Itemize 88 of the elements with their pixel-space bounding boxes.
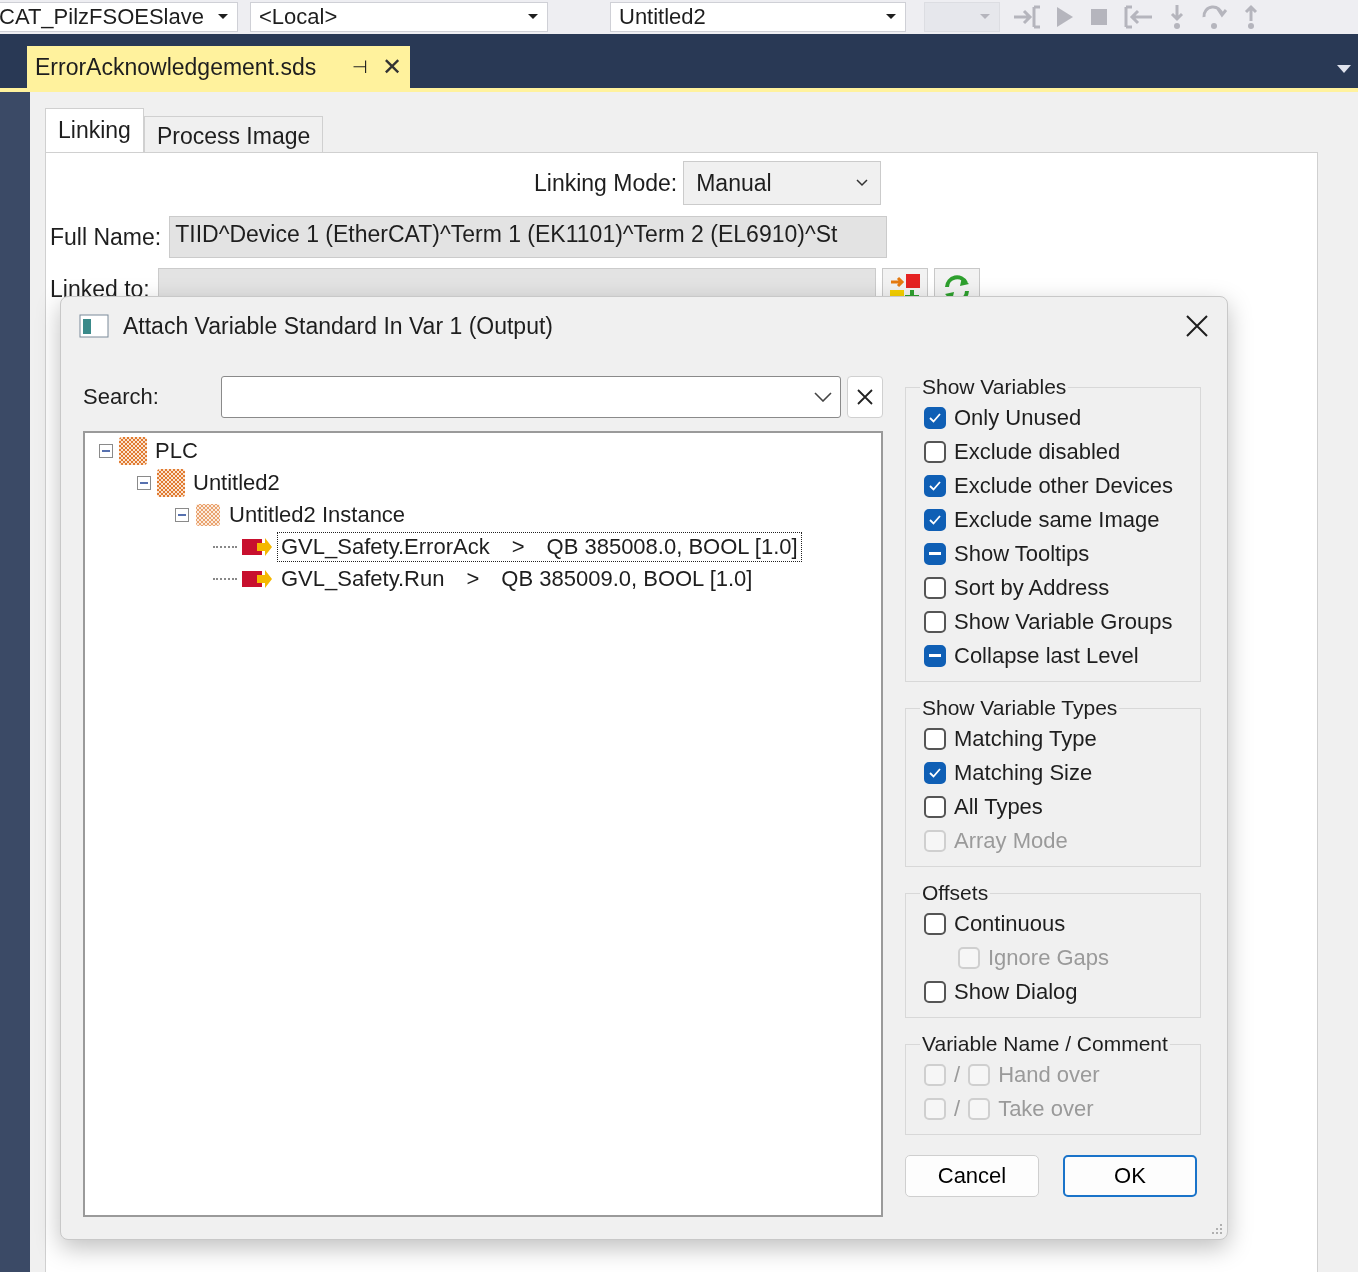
checkbox-label: Exclude same Image [954,507,1160,533]
group-title: Show Variable Types [921,696,1119,720]
tab[interactable]: Process Image [143,116,324,152]
toolbar-combo[interactable]: <Local> [250,2,548,32]
checkbox-label: Take over [998,1096,1094,1122]
checkbox[interactable] [924,645,946,667]
checkered-block-icon [117,435,149,467]
field-label: Linking Mode: [534,169,678,197]
checkbox-label: Exclude disabled [954,439,1121,465]
chevron-down-icon[interactable] [814,392,833,402]
chevron-down-icon[interactable] [856,179,869,187]
search-label: Search: [83,384,160,410]
checkbox-label: Array Mode [954,828,1068,854]
caret-icon[interactable] [217,13,229,21]
group-title: Show Variables [921,375,1068,399]
check-mark-icon [928,514,942,526]
variable-name: GVL_Safety.Run [281,566,445,592]
checkbox-label: Collapse last Level [954,643,1139,669]
resize-grip-icon[interactable] [1209,1221,1223,1235]
tab[interactable]: Linking [45,108,144,152]
checkbox-label: Exclude other Devices [954,473,1173,499]
dialog-button[interactable]: Cancel [905,1155,1039,1197]
search-field[interactable] [220,376,842,418]
checkbox-label: Show Dialog [954,979,1078,1005]
checkbox[interactable] [924,981,946,1003]
collapse-toggle[interactable] [137,476,151,490]
arrow-text: > [466,566,480,592]
close-button[interactable]: ✕ [382,53,402,81]
collapse-toggle[interactable] [99,444,113,458]
checkbox-label: Matching Type [954,726,1097,752]
checkbox[interactable] [924,611,946,633]
dialog-title: Attach Variable Standard In Var 1 (Output) [123,312,554,340]
checkbox-label: Hand over [998,1062,1100,1088]
pin-button[interactable]: ⊣ [352,56,368,78]
toolbar-combo[interactable]: CAT_PilzFSOESlave [0,2,238,32]
caret-icon[interactable] [527,13,539,21]
checkbox-label: All Types [954,794,1043,820]
checkbox-label: Show Variable Groups [954,609,1173,635]
checkbox-label: Show Tooltips [954,541,1090,567]
output-arrow-icon [241,568,273,590]
address-text: QB 385008.0, BOOL [1.0] [546,534,798,560]
tree-item[interactable]: GVL_Safety.ErrorAck > QB 385008.0, BOOL [1.0] [277,532,802,562]
checkbox[interactable] [924,796,946,818]
check-mark-icon [928,412,942,424]
checkered-block-icon [155,467,187,499]
toolbar-combo[interactable]: Untitled2 [610,2,906,32]
check-mark-icon [928,480,942,492]
dialog-button[interactable]: OK [1063,1155,1197,1197]
checkbox-label: Sort by Address [954,575,1110,601]
caret-icon[interactable] [885,13,897,21]
checkbox[interactable] [924,577,946,599]
document-tab[interactable]: ErrorAcknowledgement.sds ⊣ ✕ [27,46,410,88]
checkbox[interactable] [924,762,946,784]
group-title: Variable Name / Comment [921,1032,1169,1056]
close-icon [857,389,874,405]
document-title: ErrorAcknowledgement.sds [35,53,318,81]
address-text: QB 385009.0, BOOL [1.0] [501,566,753,592]
field-label: Full Name: [50,223,162,251]
checkbox-label: Matching Size [954,760,1093,786]
tree-item[interactable]: GVL_Safety.Run > QB 385009.0, BOOL [1.0] [277,564,757,594]
checkered-block-icon [193,501,223,529]
separator-text: / [954,1096,961,1122]
arrow-text: > [511,534,525,560]
clear-button[interactable] [847,376,883,418]
checkbox-label: Continuous [954,911,1066,937]
linking-mode-dropdown[interactable]: Manual [683,161,882,205]
tree-item[interactable]: Untitled2 Instance [227,502,408,528]
check-mark-icon [928,767,942,779]
caret-icon[interactable] [1336,64,1352,74]
checkbox-label: Only Unused [954,405,1082,431]
collapse-toggle[interactable] [175,508,189,522]
checkbox[interactable] [924,441,946,463]
close-icon[interactable] [1185,314,1209,338]
variable-name: GVL_Safety.ErrorAck [281,534,490,560]
separator-text: / [954,1062,961,1088]
checkbox[interactable] [924,543,946,565]
window-icon [79,314,109,338]
checkbox[interactable] [924,913,946,935]
checkbox[interactable] [924,509,946,531]
full-name-field[interactable]: TIID^Device 1 (EtherCAT)^Term 1 (EK1101)^Term 2 (EL6910)^St [169,216,888,258]
checkbox[interactable] [924,728,946,750]
tree-item[interactable]: Untitled2 [191,470,282,496]
tree-item[interactable]: PLC [153,438,200,464]
checkbox[interactable] [924,475,946,497]
output-arrow-icon [241,536,273,558]
group-title: Offsets [921,881,990,905]
checkbox[interactable] [924,407,946,429]
checkbox-label: Ignore Gaps [988,945,1110,971]
